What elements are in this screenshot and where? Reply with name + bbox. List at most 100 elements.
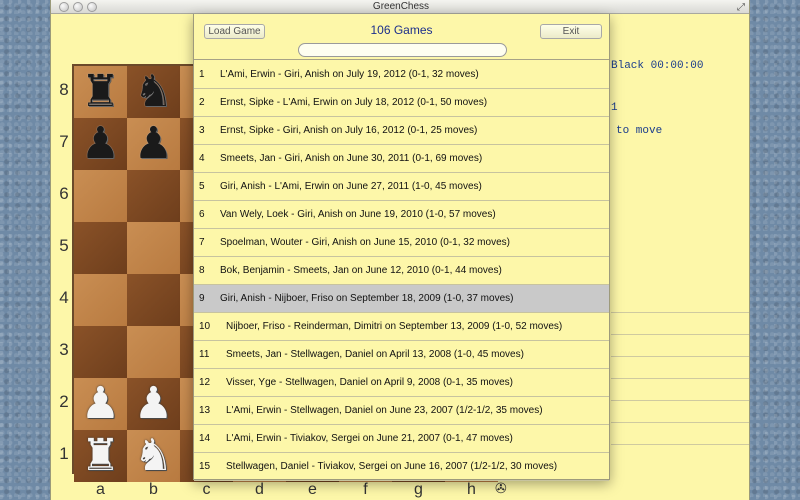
square-b5[interactable]: [127, 222, 180, 274]
game-description: Nijboer, Friso - Reinderman, Dimitri on …: [226, 321, 563, 332]
file-label: a: [96, 481, 105, 498]
game-list-sheet: Load Game 106 Games Exit 1 L'Ami, Erwin -…: [193, 14, 610, 481]
game-description: Visser, Yge - Stellwagen, Daniel on Apri…: [226, 377, 514, 388]
fullscreen-icon[interactable]: ⤢: [737, 1, 745, 15]
game-list-row[interactable]: 4 Smeets, Jan - Giri, Anish on June 30, 2…: [194, 145, 609, 173]
notation-text: 1: [611, 102, 618, 114]
game-description: Van Wely, Loek - Giri, Anish on June 19,…: [220, 209, 496, 220]
square-b1[interactable]: ♞: [127, 430, 180, 482]
game-description: Bok, Benjamin - Smeets, Jan on June 12, …: [220, 265, 502, 276]
rank-label: 2: [59, 392, 69, 411]
game-list-row[interactable]: 9 Giri, Anish - Nijboer, Friso on Septemb…: [194, 285, 609, 313]
square-a2[interactable]: ♟: [74, 378, 127, 430]
ruled-line: [611, 312, 749, 313]
game-number: 15: [199, 461, 211, 472]
black-knight-icon[interactable]: ♞: [127, 66, 180, 118]
black-pawn-icon[interactable]: ♟: [127, 118, 180, 170]
file-label: g: [414, 481, 423, 498]
game-list-row[interactable]: 12 Visser, Yge - Stellwagen, Daniel on Ap…: [194, 369, 609, 397]
game-list-header: Load Game 106 Games Exit: [194, 14, 609, 60]
game-list-row[interactable]: 6 Van Wely, Loek - Giri, Anish on June 19…: [194, 201, 609, 229]
game-number: 9: [199, 293, 205, 304]
square-b2[interactable]: ♟: [127, 378, 180, 430]
to-move-label: to move: [616, 125, 663, 137]
square-b3[interactable]: [127, 326, 180, 378]
file-label: c: [202, 481, 211, 498]
square-a1[interactable]: ♜: [74, 430, 127, 482]
ruled-line: [611, 400, 749, 401]
white-rook-icon[interactable]: ♜: [74, 430, 127, 482]
game-description: Giri, Anish - L'Ami, Erwin on June 27, 2…: [220, 181, 482, 192]
window-title: GreenChess: [372, 1, 430, 12]
game-list[interactable]: 1 L'Ami, Erwin - Giri, Anish on July 19, …: [194, 61, 609, 481]
flip-board-icon[interactable]: ✇: [495, 480, 507, 497]
exit-button[interactable]: Exit: [540, 24, 602, 39]
game-list-row[interactable]: 1 L'Ami, Erwin - Giri, Anish on July 19, …: [194, 61, 609, 89]
game-number: 4: [199, 153, 205, 164]
game-description: L'Ami, Erwin - Stellwagen, Daniel on Jun…: [226, 405, 543, 416]
minimize-window-button[interactable]: [73, 2, 83, 12]
close-window-button[interactable]: [59, 2, 69, 12]
ruled-line: [611, 356, 749, 357]
file-label: e: [308, 481, 317, 498]
game-list-row[interactable]: 7 Spoelman, Wouter - Giri, Anish on June …: [194, 229, 609, 257]
file-label: f: [363, 481, 368, 498]
game-description: Giri, Anish - Nijboer, Friso on Septembe…: [220, 293, 514, 304]
game-list-row[interactable]: 2 Ernst, Sipke - L'Ami, Erwin on July 18,…: [194, 89, 609, 117]
title-bar[interactable]: GreenChess ⤢: [51, 0, 749, 15]
square-a3[interactable]: [74, 326, 127, 378]
ruled-line: [611, 444, 749, 445]
game-number: 8: [199, 265, 205, 276]
white-pawn-icon[interactable]: ♟: [127, 378, 180, 430]
rank-label: 7: [59, 132, 69, 151]
game-list-row[interactable]: 15 Stellwagen, Daniel - Tiviakov, Sergei …: [194, 453, 609, 481]
square-b7[interactable]: ♟: [127, 118, 180, 170]
square-a4[interactable]: [74, 274, 127, 326]
ruled-line: [611, 422, 749, 423]
game-list-row[interactable]: 11 Smeets, Jan - Stellwagen, Daniel on Ap…: [194, 341, 609, 369]
rank-label: 5: [59, 236, 69, 255]
game-number: 1: [199, 69, 205, 80]
game-list-row[interactable]: 8 Bok, Benjamin - Smeets, Jan on June 12,…: [194, 257, 609, 285]
game-number: 7: [199, 237, 205, 248]
load-game-button[interactable]: Load Game: [204, 24, 265, 39]
game-number: 5: [199, 181, 205, 192]
game-description: Spoelman, Wouter - Giri, Anish on June 1…: [220, 237, 510, 248]
main-window: GreenChess ⤢ 87654321 ♜ ♞ ♟ ♟ ♟ ♟ ♜ ♞ abcdefgh …: [50, 0, 750, 500]
game-number: 14: [199, 433, 211, 444]
game-description: L'Ami, Erwin - Tiviakov, Sergei on June …: [226, 433, 513, 444]
game-number: 10: [199, 321, 211, 332]
game-list-row[interactable]: 10 Nijboer, Friso - Reinderman, Dimitri o…: [194, 313, 609, 341]
black-pawn-icon[interactable]: ♟: [74, 118, 127, 170]
game-count: 106 Games: [370, 23, 433, 37]
game-list-row[interactable]: 3 Ernst, Sipke - Giri, Anish on July 16, …: [194, 117, 609, 145]
game-list-row[interactable]: 14 L'Ami, Erwin - Tiviakov, Sergei on Jun…: [194, 425, 609, 453]
black-rook-icon[interactable]: ♜: [74, 66, 127, 118]
white-knight-icon[interactable]: ♞: [127, 430, 180, 482]
square-a5[interactable]: [74, 222, 127, 274]
game-number: 2: [199, 97, 205, 108]
square-a6[interactable]: [74, 170, 127, 222]
ruled-line: [611, 334, 749, 335]
square-b8[interactable]: ♞: [127, 66, 180, 118]
file-label: h: [467, 481, 476, 498]
square-b6[interactable]: [127, 170, 180, 222]
ruled-line: [611, 378, 749, 379]
square-b4[interactable]: [127, 274, 180, 326]
white-pawn-icon[interactable]: ♟: [74, 378, 127, 430]
game-description: Ernst, Sipke - L'Ami, Erwin on July 18, …: [220, 97, 488, 108]
game-description: Smeets, Jan - Stellwagen, Daniel on Apri…: [226, 349, 524, 360]
black-clock: Black 00:00:00: [611, 60, 704, 72]
file-label: d: [255, 481, 264, 498]
zoom-window-button[interactable]: [87, 2, 97, 12]
game-list-row[interactable]: 5 Giri, Anish - L'Ami, Erwin on June 27, …: [194, 173, 609, 201]
search-field[interactable]: [298, 43, 507, 57]
square-a7[interactable]: ♟: [74, 118, 127, 170]
file-label: b: [149, 481, 158, 498]
game-number: 3: [199, 125, 205, 136]
rank-label: 3: [59, 340, 69, 359]
game-list-row[interactable]: 13 L'Ami, Erwin - Stellwagen, Daniel on J…: [194, 397, 609, 425]
square-a8[interactable]: ♜: [74, 66, 127, 118]
game-description: L'Ami, Erwin - Giri, Anish on July 19, 2…: [220, 69, 479, 80]
rank-label: 6: [59, 184, 69, 203]
